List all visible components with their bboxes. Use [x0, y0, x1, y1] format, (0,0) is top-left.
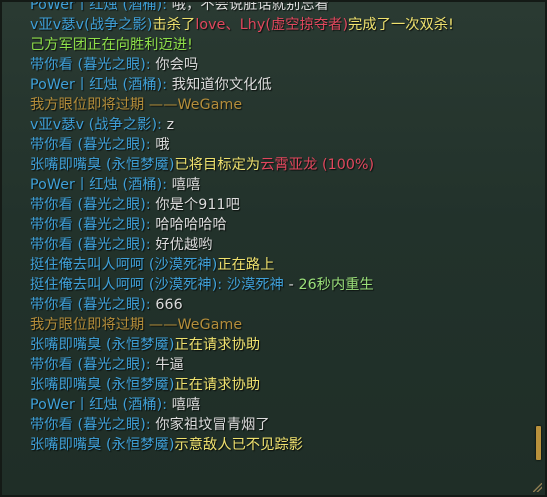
chat-team-name-text: 张嘴即嘴臭 (永恒梦魇) [30, 377, 175, 393]
chat-team-name-text: 张嘴即嘴臭 (永恒梦魇) [30, 437, 175, 453]
chat-team-text-text: 哈哈哈哈哈 [155, 217, 227, 233]
chat-message: PoWer丨红烛 (酒桶): 嘻嘻 [30, 175, 531, 195]
chat-team-name-text: PoWer丨红烛 (酒桶): [30, 177, 172, 193]
chat-team-text-text: 哦 [155, 137, 170, 153]
chat-team-text-text: 你是个911吧 [155, 197, 240, 213]
chat-team-text-text: 666 [155, 297, 183, 313]
chat-team-name-text: 带你看 (暮光之眼): [30, 217, 156, 233]
chat-team-name-text: 带你看 (暮光之眼): [30, 417, 156, 433]
chat-message: 带你看 (暮光之眼): 哈哈哈哈哈 [30, 215, 531, 235]
chat-message: 带你看 (暮光之眼): 牛逼 [30, 355, 531, 375]
chat-message: 带你看 (暮光之眼): 666 [30, 295, 531, 315]
chat-message: 张嘴即嘴臭 (永恒梦魇)正在请求协助 [30, 335, 531, 355]
chat-log: PoWer丨红烛 (酒桶): 哦，不会说脏话就别忘看 v亚v瑟v(战争之影)击杀了… [30, 0, 531, 455]
chat-team-name-text: 张嘴即嘴臭 (永恒梦魇) [30, 157, 175, 173]
chat-announce-text: 已将目标定为 [174, 157, 261, 173]
scrollbar-thumb[interactable] [536, 426, 541, 460]
chat-enemy-name-text: love、Lhy(虚空掠夺者) [195, 17, 349, 33]
chat-team-name-text: 张嘴即嘴臭 (永恒梦魇) [30, 337, 175, 353]
chat-message: PoWer丨红烛 (酒桶): 嘻嘻 [30, 395, 531, 415]
chat-message: 带你看 (暮光之眼): 你是个911吧 [30, 195, 531, 215]
chat-team-text-text: z [166, 117, 175, 133]
chat-team-text-text: 我知道你文化低 [171, 77, 272, 93]
chat-team-name-text: 挺住俺去叫人呵呵 (沙漠死神): 沙漠死神 [30, 277, 284, 293]
chat-message: v亚v瑟v(战争之影)击杀了love、Lhy(虚空掠夺者)完成了一次双杀! [30, 15, 531, 35]
chat-message: v亚v瑟v (战争之影): z [30, 115, 531, 135]
chat-announce-text: 正在路上 [217, 257, 275, 273]
chat-team-name-text: 挺住俺去叫人呵呵 (沙漠死神) [30, 257, 218, 273]
chat-announce-text: 正在请求协助 [174, 377, 261, 393]
chat-team-text-text: 牛逼 [155, 357, 184, 373]
chat-message: 张嘴即嘴臭 (永恒梦魇)已将目标定为云霄亚龙 (100%) [30, 155, 531, 175]
chat-enemy-name-text: 云霄亚龙 (100%) [260, 157, 375, 173]
chat-announce-text: 击杀了 [152, 17, 196, 33]
chat-announce-text: 完成了一次双杀! [348, 17, 454, 33]
resize-grip-icon[interactable] [533, 483, 542, 492]
chat-message: PoWer丨红烛 (酒桶): 我知道你文化低 [30, 75, 531, 95]
chat-ping-warning-text: 我方眼位即将过期 ——WeGame [30, 317, 243, 333]
chat-team-text-text: 哦，不会说脏话就别忘看 [171, 0, 329, 13]
chat-message: 挺住俺去叫人呵呵 (沙漠死神)正在路上 [30, 255, 531, 275]
chat-team-text-text: 你会吗 [155, 57, 199, 73]
chat-team-text-text: 好优越哟 [155, 237, 213, 253]
chat-message: 我方眼位即将过期 ——WeGame [30, 315, 531, 335]
chat-respawn-timer-text: 26秒内重生 [298, 277, 374, 293]
chat-message: 带你看 (暮光之眼): 哦 [30, 135, 531, 155]
chat-message: 己方军团正在向胜利迈进! [30, 35, 531, 55]
chat-team-text-text: 嘻嘻 [171, 397, 201, 413]
chat-message: 挺住俺去叫人呵呵 (沙漠死神): 沙漠死神 - 26秒内重生 [30, 275, 531, 295]
game-chat-window: PoWer丨红烛 (酒桶): 哦，不会说脏话就别忘看 v亚v瑟v(战争之影)击杀了… [0, 0, 547, 497]
chat-dash-text: - [283, 277, 299, 293]
chat-team-name-text: PoWer丨红烛 (酒桶): [30, 0, 172, 13]
chat-team-name-text: 带你看 (暮光之眼): [30, 137, 156, 153]
chat-ping-warning-text: 我方眼位即将过期 ——WeGame [30, 97, 243, 113]
chat-message: 带你看 (暮光之眼): 你家祖坟冒青烟了 [30, 415, 531, 435]
chat-message: 我方眼位即将过期 ——WeGame [30, 95, 531, 115]
chat-team-text-text: 你家祖坟冒青烟了 [155, 417, 270, 433]
chat-team-name-text: v亚v瑟v(战争之影) [30, 17, 153, 33]
chat-team-name-text: v亚v瑟v (战争之影): [30, 117, 167, 133]
chat-team-name-text: PoWer丨红烛 (酒桶): [30, 397, 172, 413]
chat-team-name-text: PoWer丨红烛 (酒桶): [30, 77, 172, 93]
chat-team-name-text: 带你看 (暮光之眼): [30, 297, 156, 313]
chat-team-name-text: 带你看 (暮光之眼): [30, 57, 156, 73]
chat-team-name-text: 带你看 (暮光之眼): [30, 237, 156, 253]
chat-announce-text: 示意敌人已不见踪影 [174, 437, 304, 453]
chat-message: 带你看 (暮光之眼): 你会吗 [30, 55, 531, 75]
chat-message: PoWer丨红烛 (酒桶): 哦，不会说脏话就别忘看 [30, 0, 531, 15]
chat-message: 带你看 (暮光之眼): 好优越哟 [30, 235, 531, 255]
chat-ally-announce-text: 己方军团正在向胜利迈进! [30, 37, 193, 53]
chat-message: 张嘴即嘴臭 (永恒梦魇)正在请求协助 [30, 375, 531, 395]
chat-team-text-text: 嘻嘻 [171, 177, 201, 193]
chat-scrollbar[interactable] [536, 10, 542, 487]
chat-announce-text: 正在请求协助 [174, 337, 261, 353]
chat-message: 张嘴即嘴臭 (永恒梦魇)示意敌人已不见踪影 [30, 435, 531, 455]
chat-team-name-text: 带你看 (暮光之眼): [30, 357, 156, 373]
chat-team-name-text: 带你看 (暮光之眼): [30, 197, 156, 213]
